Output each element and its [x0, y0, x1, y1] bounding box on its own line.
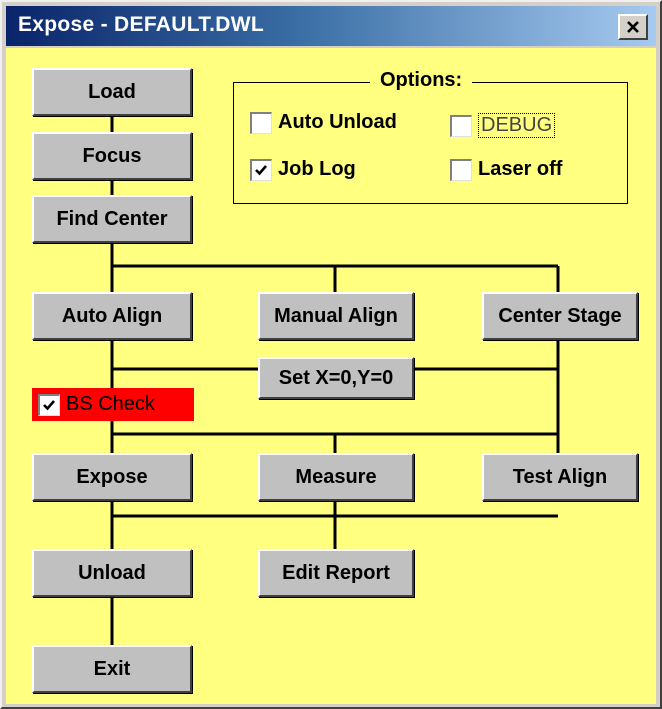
debug-checkbox[interactable]: DEBUG — [450, 113, 556, 138]
center-stage-button[interactable]: Center Stage — [482, 292, 638, 340]
laser-off-checkbox[interactable]: Laser off — [450, 158, 562, 181]
options-groupbox: Options: Auto Unload DEBUG Job Log Laser… — [233, 69, 628, 204]
client-area: Load Focus Find Center Auto Align Manual… — [6, 48, 656, 704]
laser-off-label: Laser off — [478, 158, 563, 180]
bs-check-label: BS Check — [66, 393, 155, 415]
title-bar[interactable]: Expose - DEFAULT.DWL — [6, 6, 656, 46]
job-log-label: Job Log — [278, 158, 356, 180]
options-title: Options: — [370, 69, 473, 92]
window-title: Expose - DEFAULT.DWL — [18, 13, 264, 36]
unload-button[interactable]: Unload — [32, 549, 192, 597]
find-center-button[interactable]: Find Center — [32, 195, 192, 243]
job-log-checkbox[interactable]: Job Log — [250, 158, 356, 181]
auto-unload-box[interactable] — [250, 111, 272, 134]
auto-unload-checkbox[interactable]: Auto Unload — [250, 111, 397, 134]
exit-button[interactable]: Exit — [32, 645, 192, 693]
checkmark-icon — [43, 399, 55, 410]
auto-unload-label: Auto Unload — [278, 111, 397, 133]
debug-box[interactable] — [450, 114, 472, 137]
set-x0-y0-button[interactable]: Set X=0,Y=0 — [258, 357, 414, 399]
measure-button[interactable]: Measure — [258, 453, 414, 501]
laser-off-box[interactable] — [450, 158, 472, 181]
load-button[interactable]: Load — [32, 68, 192, 116]
auto-align-button[interactable]: Auto Align — [32, 292, 192, 340]
edit-report-button[interactable]: Edit Report — [258, 549, 414, 597]
expose-button[interactable]: Expose — [32, 453, 192, 501]
checkmark-icon — [255, 164, 267, 175]
close-button[interactable] — [618, 14, 648, 40]
job-log-box[interactable] — [250, 158, 272, 181]
debug-label: DEBUG — [478, 113, 556, 138]
expose-window: Expose - DEFAULT.DWL Load Focus Find Cen… — [0, 0, 662, 709]
close-icon — [627, 21, 639, 33]
manual-align-button[interactable]: Manual Align — [258, 292, 414, 340]
focus-button[interactable]: Focus — [32, 132, 192, 180]
test-align-button[interactable]: Test Align — [482, 453, 638, 501]
bs-check-box[interactable] — [38, 393, 60, 416]
bs-check-checkbox[interactable]: BS Check — [32, 388, 194, 421]
